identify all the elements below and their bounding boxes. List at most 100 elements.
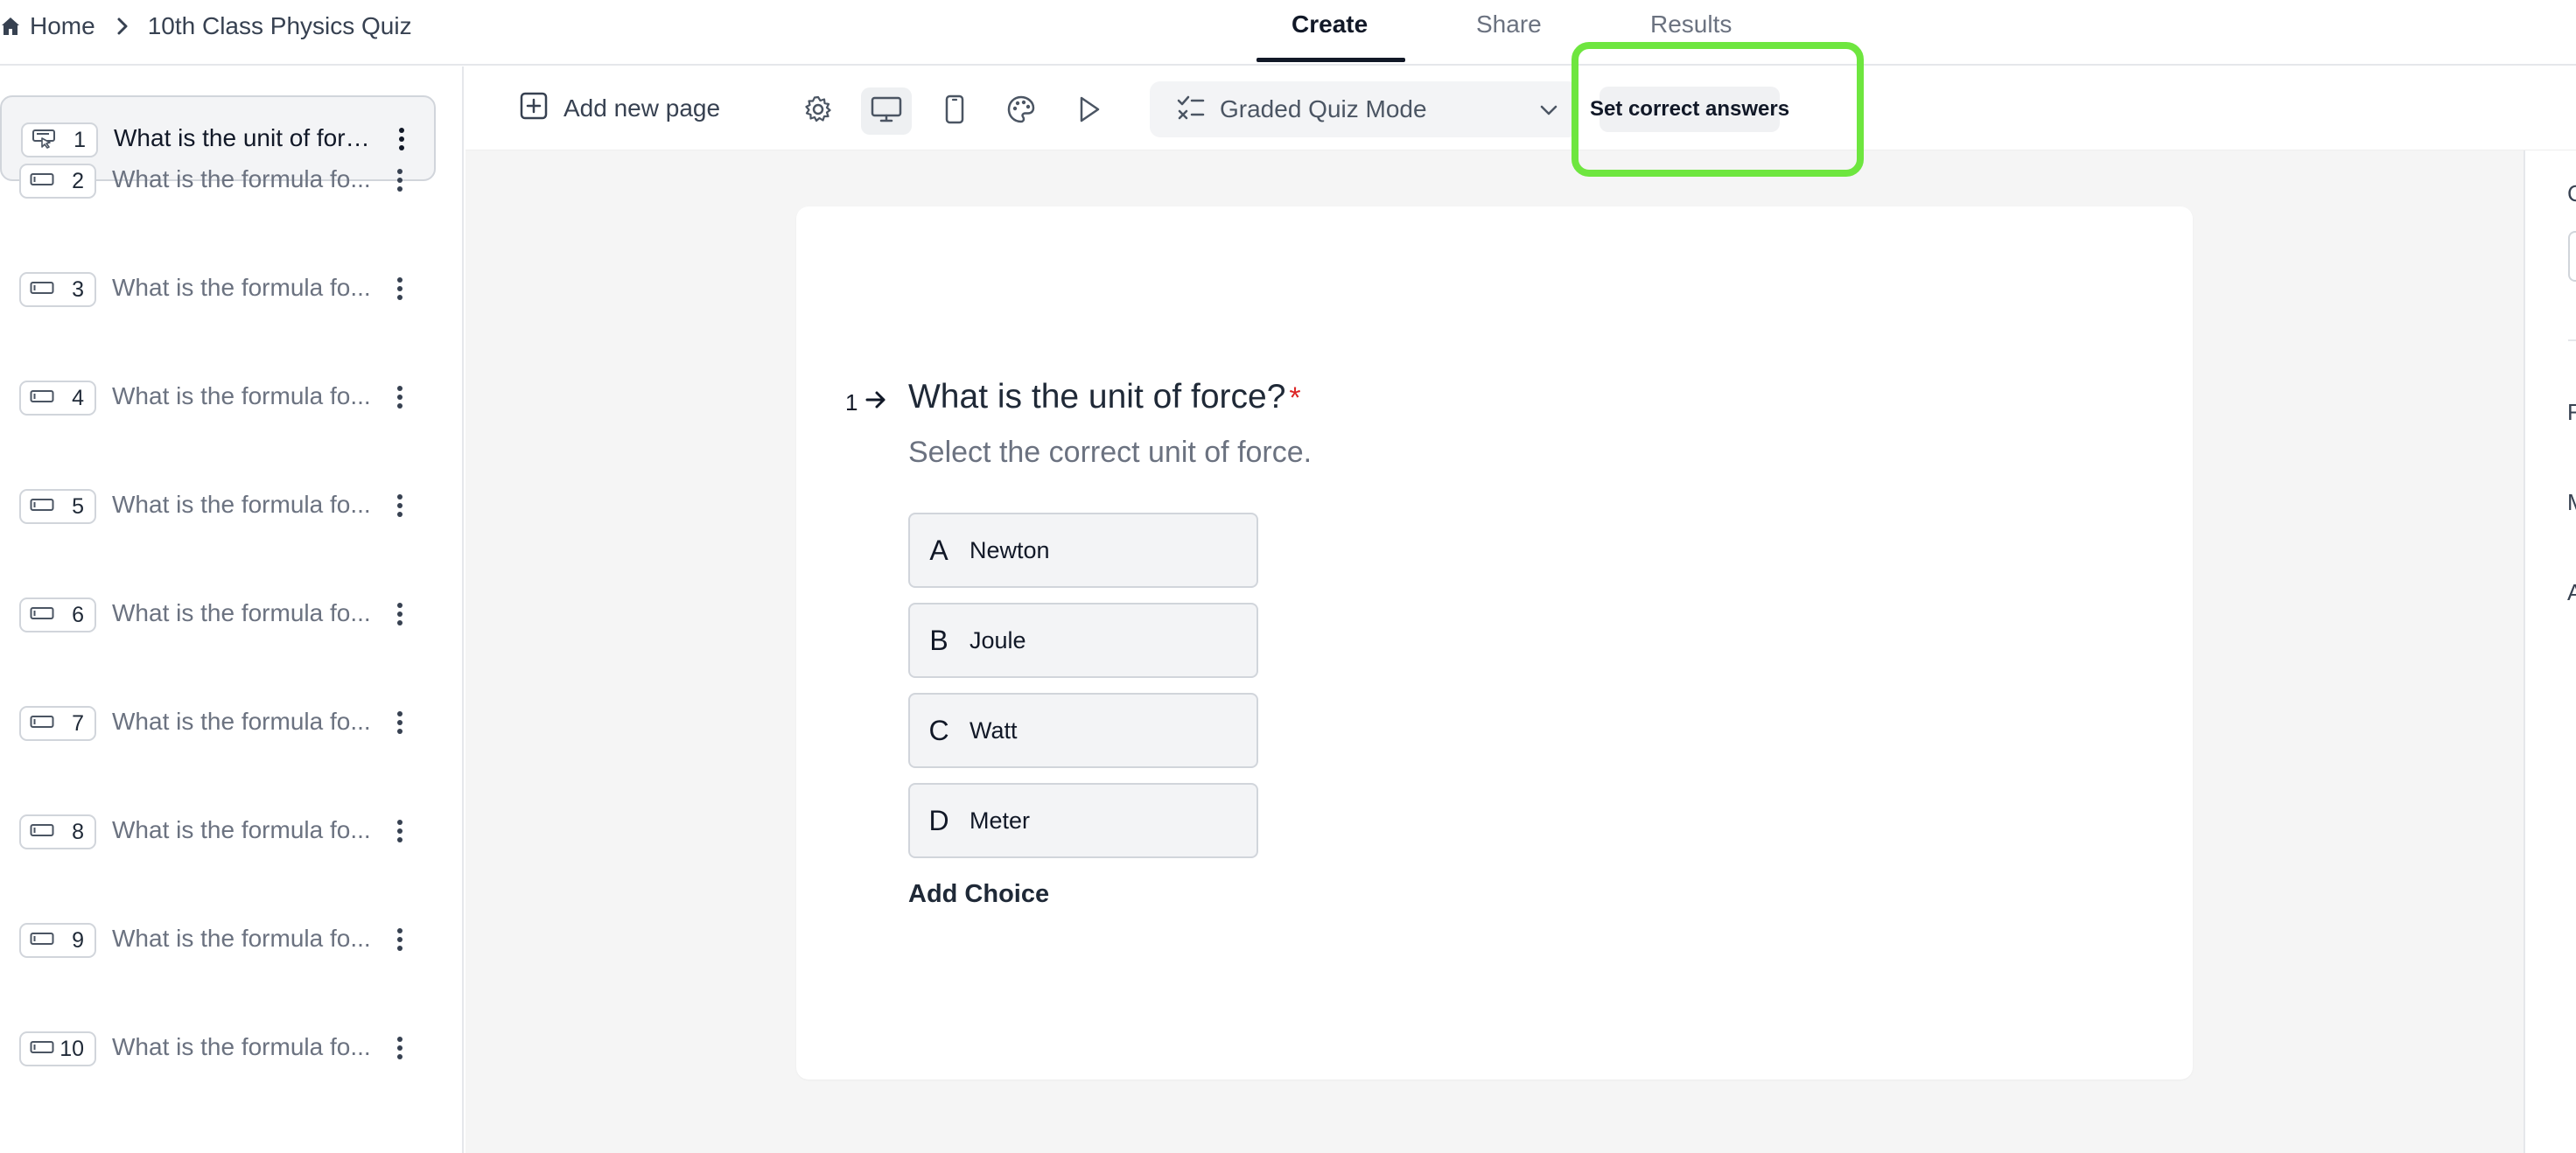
tab-share[interactable]: Share bbox=[1476, 10, 1542, 38]
question-card: 1 What is the unit of force? * Select the… bbox=[796, 206, 2193, 1080]
chevron-down-icon bbox=[1538, 99, 1559, 127]
sidebar-page-item[interactable]: 7 What is the formula fo... bbox=[0, 681, 436, 766]
mobile-icon bbox=[944, 94, 965, 129]
more-options-icon[interactable] bbox=[390, 491, 410, 521]
choice-d[interactable]: D Meter bbox=[908, 783, 1258, 858]
page-number-badge: 9 bbox=[19, 923, 96, 958]
page-number: 3 bbox=[72, 276, 84, 302]
panel-label-fragment: C bbox=[2567, 180, 2576, 206]
page-number-badge: 7 bbox=[19, 706, 96, 741]
page-title: What is the formula fo... bbox=[112, 708, 371, 735]
page-number: 10 bbox=[60, 1036, 84, 1061]
page-number: 5 bbox=[72, 493, 84, 519]
question-title-text: What is the unit of force? bbox=[908, 378, 1286, 416]
tab-create[interactable]: Create bbox=[1292, 10, 1368, 38]
page-number-badge: 6 bbox=[19, 597, 96, 632]
sidebar-page-item[interactable]: 6 What is the formula fo... bbox=[0, 572, 436, 658]
more-options-icon[interactable] bbox=[390, 382, 410, 412]
desktop-preview-button[interactable] bbox=[861, 87, 912, 135]
page-number: 8 bbox=[72, 819, 84, 844]
page-title: What is the formula fo... bbox=[112, 1033, 371, 1060]
page-number-badge: 10 bbox=[19, 1031, 96, 1066]
page-number-badge: 8 bbox=[19, 814, 96, 849]
sidebar-page-item[interactable]: 10 What is the formula fo... bbox=[0, 1006, 436, 1092]
page-number: 4 bbox=[72, 385, 84, 410]
top-bar: Home 10th Class Physics Quiz Create Shar… bbox=[0, 0, 2576, 66]
choice-letter: C bbox=[928, 714, 949, 746]
page-title: What is the formula fo... bbox=[112, 274, 371, 301]
choice-a[interactable]: A Newton bbox=[908, 513, 1258, 588]
pages-sidebar: 1 What is the unit of forc... 2 What is the… bbox=[0, 66, 464, 1153]
panel-label-fragment: A bbox=[2567, 579, 2576, 605]
question-number-label: 1 bbox=[845, 389, 858, 416]
more-options-icon[interactable] bbox=[390, 599, 410, 629]
chevron-right-icon bbox=[116, 17, 129, 36]
editor-toolbar: Add new page Graded Quiz Mode Set correc… bbox=[466, 66, 2576, 150]
sidebar-page-item[interactable]: 5 What is the formula fo... bbox=[0, 464, 436, 549]
play-icon bbox=[1077, 95, 1102, 128]
more-options-icon[interactable] bbox=[390, 925, 410, 954]
page-number-badge: 4 bbox=[19, 381, 96, 416]
page-number: 2 bbox=[72, 168, 84, 193]
more-options-icon[interactable] bbox=[390, 165, 410, 195]
active-tab-underline bbox=[1256, 58, 1405, 62]
breadcrumb-quiz-title[interactable]: 10th Class Physics Quiz bbox=[148, 12, 412, 40]
question-title[interactable]: What is the unit of force? * bbox=[908, 378, 1301, 416]
choice-text: Newton bbox=[970, 536, 1050, 563]
preview-play-button[interactable] bbox=[1064, 87, 1115, 135]
panel-label-fragment: M bbox=[2567, 489, 2576, 516]
choice-text: Meter bbox=[970, 807, 1031, 834]
more-options-icon[interactable] bbox=[390, 708, 410, 737]
sidebar-page-item[interactable]: 4 What is the formula fo... bbox=[0, 355, 436, 441]
choice-text: Watt bbox=[970, 716, 1018, 744]
input-field-icon bbox=[30, 498, 54, 516]
settings-icon bbox=[803, 94, 833, 129]
input-field-icon bbox=[30, 932, 54, 950]
desktop-icon bbox=[871, 95, 902, 128]
question-description[interactable]: Select the correct unit of force. bbox=[908, 436, 1312, 470]
page-title: What is the formula fo... bbox=[112, 491, 371, 518]
choice-c[interactable]: C Watt bbox=[908, 693, 1258, 768]
page-title: What is the formula fo... bbox=[112, 816, 371, 843]
quiz-mode-label: Graded Quiz Mode bbox=[1220, 95, 1427, 122]
sidebar-page-item[interactable]: 8 What is the formula fo... bbox=[0, 789, 436, 875]
page-number-badge: 5 bbox=[19, 489, 96, 524]
graded-quiz-icon bbox=[1176, 93, 1206, 127]
more-options-icon[interactable] bbox=[390, 1033, 410, 1063]
breadcrumb-home-link[interactable]: Home bbox=[30, 12, 95, 40]
more-options-icon[interactable] bbox=[390, 274, 410, 304]
page-title: What is the formula fo... bbox=[112, 382, 371, 409]
breadcrumb: Home 10th Class Physics Quiz bbox=[0, 9, 412, 44]
sidebar-page-item[interactable]: 2 What is the formula fo... bbox=[0, 138, 436, 224]
input-field-icon bbox=[30, 606, 54, 625]
theme-button[interactable] bbox=[996, 87, 1046, 135]
quiz-mode-select[interactable]: Graded Quiz Mode bbox=[1150, 81, 1578, 137]
arrow-right-icon bbox=[858, 389, 887, 416]
set-correct-answers-button[interactable]: Set correct answers bbox=[1590, 87, 1789, 132]
home-icon[interactable] bbox=[0, 16, 21, 37]
input-field-icon bbox=[30, 389, 54, 408]
page-number: 7 bbox=[72, 710, 84, 736]
add-choice-button[interactable]: Add Choice bbox=[908, 880, 1049, 909]
page-title: What is the formula fo... bbox=[112, 925, 371, 952]
panel-input-fragment[interactable] bbox=[2568, 231, 2576, 282]
choice-b[interactable]: B Joule bbox=[908, 603, 1258, 678]
more-options-icon[interactable] bbox=[390, 816, 410, 846]
mobile-preview-button[interactable] bbox=[929, 87, 980, 135]
page-number: 9 bbox=[72, 927, 84, 953]
page-number-badge: 3 bbox=[19, 272, 96, 307]
panel-divider bbox=[2568, 339, 2576, 341]
page-title: What is the formula fo... bbox=[112, 165, 371, 192]
sidebar-page-item[interactable]: 3 What is the formula fo... bbox=[0, 247, 436, 332]
right-settings-panel: C F M A bbox=[2524, 150, 2576, 1153]
tab-results[interactable]: Results bbox=[1650, 10, 1732, 38]
input-field-icon bbox=[30, 823, 54, 842]
input-field-icon bbox=[30, 172, 54, 191]
question-number: 1 bbox=[845, 389, 887, 416]
required-asterisk: * bbox=[1289, 381, 1301, 415]
sidebar-page-item[interactable]: 9 What is the formula fo... bbox=[0, 898, 436, 983]
add-new-page-button[interactable]: Add new page bbox=[520, 91, 720, 126]
choice-letter: D bbox=[928, 804, 949, 836]
choice-text: Joule bbox=[970, 626, 1026, 653]
settings-button[interactable] bbox=[793, 87, 844, 135]
